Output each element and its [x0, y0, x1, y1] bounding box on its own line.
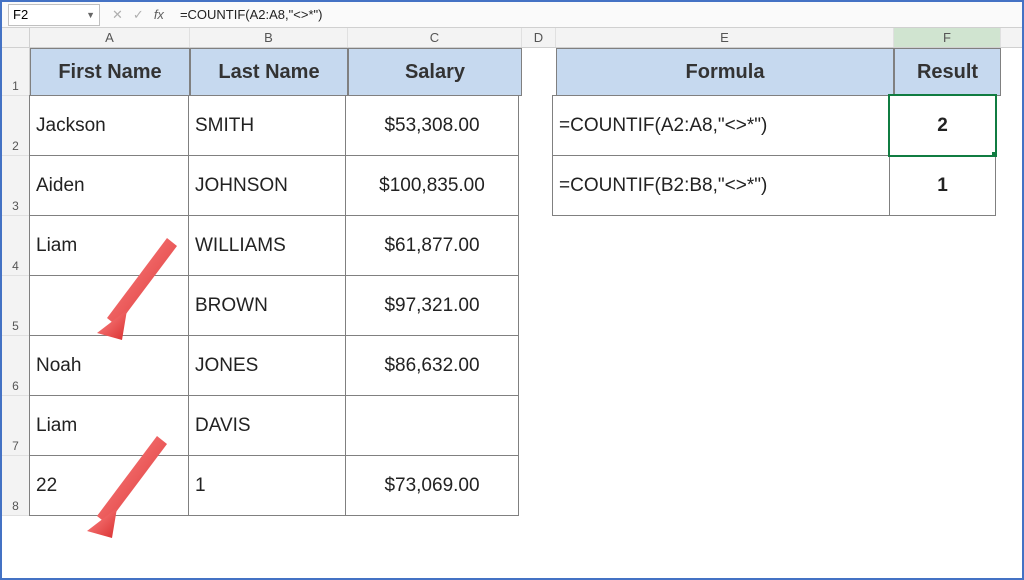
row-7: 7 Liam DAVIS: [2, 396, 1022, 456]
row-3: 3 Aiden JOHNSON $100,835.00 =COUNTIF(B2:…: [2, 156, 1022, 216]
cell-b2[interactable]: SMITH: [188, 95, 346, 156]
cell-c5[interactable]: $97,321.00: [345, 275, 519, 336]
cell-f7[interactable]: [891, 396, 998, 456]
cell-a7[interactable]: Liam: [29, 395, 189, 456]
cell-e4[interactable]: [553, 216, 891, 276]
cell-d7[interactable]: [519, 396, 553, 456]
spreadsheet: A B C D E F 1 First Name Last Name Salar…: [2, 28, 1022, 516]
row-header[interactable]: 6: [2, 336, 30, 396]
cell-f8[interactable]: [891, 456, 998, 516]
header-formula[interactable]: Formula: [556, 48, 894, 96]
cell-c8[interactable]: $73,069.00: [345, 455, 519, 516]
cell-e8[interactable]: [553, 456, 891, 516]
cell-d8[interactable]: [519, 456, 553, 516]
cell-d3[interactable]: [519, 156, 553, 216]
row-4: 4 Liam WILLIAMS $61,877.00: [2, 216, 1022, 276]
cell-e5[interactable]: [553, 276, 891, 336]
col-header-a[interactable]: A: [30, 28, 190, 47]
cell-c4[interactable]: $61,877.00: [345, 215, 519, 276]
cancel-icon[interactable]: ✕: [112, 7, 123, 23]
cell-a8[interactable]: 22: [29, 455, 189, 516]
cell-c7[interactable]: [345, 395, 519, 456]
cell-e7[interactable]: [553, 396, 891, 456]
col-header-f[interactable]: F: [894, 28, 1001, 47]
cell-c2[interactable]: $53,308.00: [345, 95, 519, 156]
row-8: 8 22 1 $73,069.00: [2, 456, 1022, 516]
cell-a6[interactable]: Noah: [29, 335, 189, 396]
cell-f6[interactable]: [891, 336, 998, 396]
row-header[interactable]: 2: [2, 96, 30, 156]
formula-bar-buttons: ✕ ✓ fx: [102, 7, 174, 23]
formula-bar: F2 ▼ ✕ ✓ fx =COUNTIF(A2:A8,"<>*"): [2, 2, 1022, 28]
cell-b3[interactable]: JOHNSON: [188, 155, 346, 216]
confirm-icon[interactable]: ✓: [133, 7, 144, 23]
cell-c6[interactable]: $86,632.00: [345, 335, 519, 396]
cell-a2[interactable]: Jackson: [29, 95, 189, 156]
row-2: 2 Jackson SMITH $53,308.00 =COUNTIF(A2:A…: [2, 96, 1022, 156]
row-header[interactable]: 3: [2, 156, 30, 216]
cell-e2[interactable]: =COUNTIF(A2:A8,"<>*"): [552, 95, 890, 156]
header-first-name[interactable]: First Name: [30, 48, 190, 96]
cell-f4[interactable]: [891, 216, 998, 276]
cell-d5[interactable]: [519, 276, 553, 336]
cell-b6[interactable]: JONES: [188, 335, 346, 396]
row-1: 1 First Name Last Name Salary Formula Re…: [2, 48, 1022, 96]
select-all-corner[interactable]: [2, 28, 30, 47]
cell-d4[interactable]: [519, 216, 553, 276]
grid: 1 First Name Last Name Salary Formula Re…: [2, 48, 1022, 516]
col-header-c[interactable]: C: [348, 28, 522, 47]
row-header[interactable]: 8: [2, 456, 30, 516]
cell-f2[interactable]: 2: [889, 95, 996, 156]
cell-e3[interactable]: =COUNTIF(B2:B8,"<>*"): [552, 155, 890, 216]
column-headers: A B C D E F: [2, 28, 1022, 48]
cell-a5[interactable]: [29, 275, 189, 336]
row-header[interactable]: 4: [2, 216, 30, 276]
cell-d6[interactable]: [519, 336, 553, 396]
row-6: 6 Noah JONES $86,632.00: [2, 336, 1022, 396]
chevron-down-icon[interactable]: ▼: [86, 10, 95, 20]
cell-b5[interactable]: BROWN: [188, 275, 346, 336]
header-salary[interactable]: Salary: [348, 48, 522, 96]
name-box[interactable]: F2 ▼: [8, 4, 100, 26]
cell-e6[interactable]: [553, 336, 891, 396]
fx-icon[interactable]: fx: [154, 7, 164, 22]
cell-b7[interactable]: DAVIS: [188, 395, 346, 456]
row-header[interactable]: 7: [2, 396, 30, 456]
cell-b4[interactable]: WILLIAMS: [188, 215, 346, 276]
cell-a4[interactable]: Liam: [29, 215, 189, 276]
header-result[interactable]: Result: [894, 48, 1001, 96]
formula-input[interactable]: =COUNTIF(A2:A8,"<>*"): [174, 7, 1022, 22]
name-box-value: F2: [13, 7, 28, 22]
cell-b8[interactable]: 1: [188, 455, 346, 516]
col-header-d[interactable]: D: [522, 28, 556, 47]
row-header[interactable]: 1: [2, 48, 30, 96]
col-header-e[interactable]: E: [556, 28, 894, 47]
row-header[interactable]: 5: [2, 276, 30, 336]
row-5: 5 BROWN $97,321.00: [2, 276, 1022, 336]
cell-a3[interactable]: Aiden: [29, 155, 189, 216]
cell-d1[interactable]: [522, 48, 556, 96]
cell-c3[interactable]: $100,835.00: [345, 155, 519, 216]
cell-f3[interactable]: 1: [889, 155, 996, 216]
cell-d2[interactable]: [519, 96, 553, 156]
header-last-name[interactable]: Last Name: [190, 48, 348, 96]
cell-f5[interactable]: [891, 276, 998, 336]
col-header-b[interactable]: B: [190, 28, 348, 47]
